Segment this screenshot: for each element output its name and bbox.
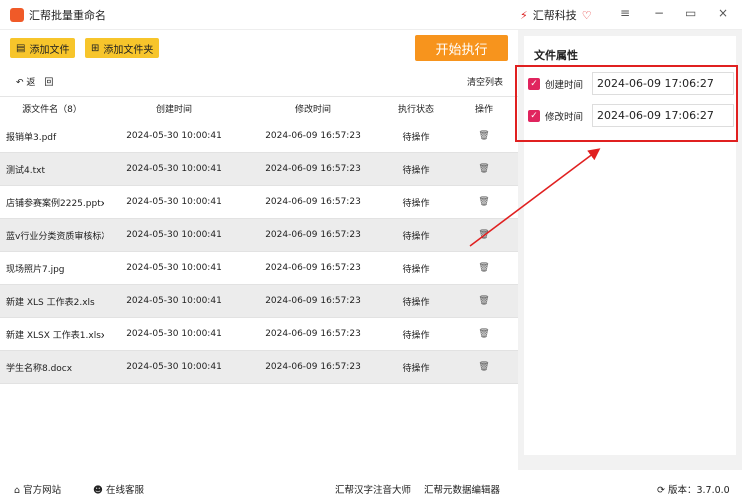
link-pinyin[interactable]: 汇帮汉字注音大师 — [335, 482, 411, 496]
footer: ⌂ 官方网站 ☻ 在线客服 汇帮汉字注音大师 汇帮元数据编辑器 ⟳ 版本：3.7… — [0, 478, 742, 500]
version: ⟳ 版本：3.7.0.0 — [657, 485, 730, 496]
annotation-arrow — [469, 148, 601, 247]
support-link[interactable]: ☻ 在线客服 — [93, 482, 144, 496]
link-metadata[interactable]: 汇帮元数据编辑器 — [424, 482, 500, 496]
website-link[interactable]: ⌂ 官方网站 — [14, 482, 61, 496]
